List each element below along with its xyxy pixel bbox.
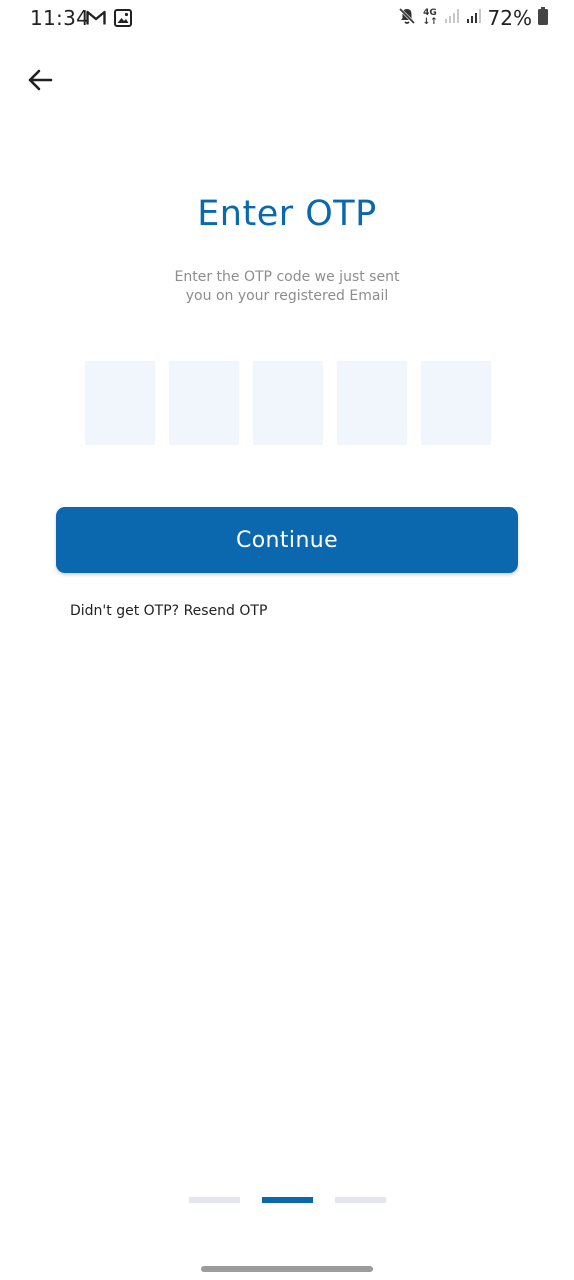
otp-digit-3[interactable] [253, 361, 323, 445]
otp-input-group [85, 361, 491, 445]
back-button[interactable] [20, 62, 60, 102]
otp-digit-2[interactable] [169, 361, 239, 445]
status-time: 11:34 [30, 6, 90, 30]
signal-icon [466, 8, 482, 28]
home-indicator[interactable] [201, 1266, 373, 1272]
otp-digit-4[interactable] [337, 361, 407, 445]
step-indicator [189, 1197, 386, 1203]
network-4g-icon: 4G ↓↑ [422, 9, 437, 27]
page-subtitle: Enter the OTP code we just sent you on y… [0, 268, 574, 306]
battery-icon [538, 7, 548, 29]
signal-icon [444, 8, 460, 28]
otp-digit-5[interactable] [421, 361, 491, 445]
resend-otp-link[interactable]: Resend OTP [184, 603, 268, 619]
resend-prompt: Didn't get OTP? [70, 603, 180, 619]
step-indicator-3 [335, 1197, 386, 1203]
network-activity-label: ↓↑ [422, 17, 438, 27]
step-indicator-1 [189, 1197, 240, 1203]
continue-button[interactable]: Continue [56, 507, 518, 573]
mute-icon [398, 7, 416, 29]
otp-digit-1[interactable] [85, 361, 155, 445]
status-bar: 11:34 4G ↓↑ 72% [0, 0, 574, 36]
battery-percent: 72% [487, 6, 532, 30]
resend-otp-row: Didn't get OTP? Resend OTP [70, 603, 267, 619]
subtitle-line-2: you on your registered Email [185, 288, 389, 304]
subtitle-line-1: Enter the OTP code we just sent [174, 269, 400, 285]
status-right-icons: 4G ↓↑ 72% [398, 6, 548, 30]
step-indicator-2 [262, 1197, 313, 1203]
gmail-icon [86, 10, 106, 30]
page-title: Enter OTP [197, 194, 377, 234]
arrow-left-icon [27, 68, 53, 96]
status-left-icons [86, 9, 132, 31]
gallery-icon [114, 9, 132, 31]
